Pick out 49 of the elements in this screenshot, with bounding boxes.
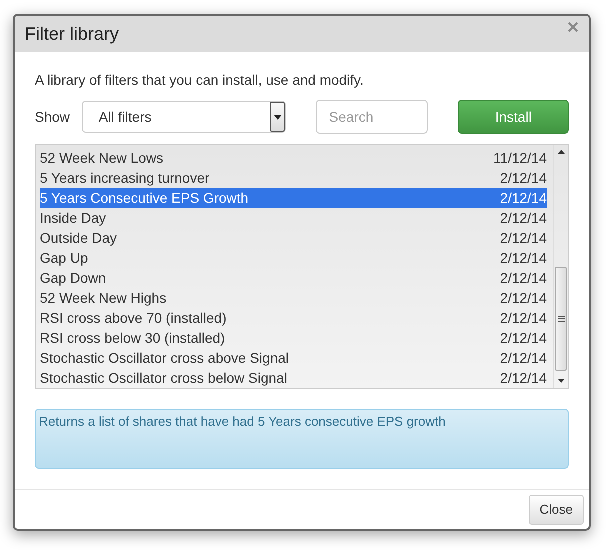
caret-icon <box>270 102 286 132</box>
filter-date: 2/12/14 <box>500 190 547 206</box>
filter-row[interactable]: 5 Years Consecutive EPS Growth 2/12/14 <box>40 188 547 208</box>
show-dropdown[interactable]: All filters <box>82 101 286 133</box>
filter-row[interactable]: 52 Week New Highs 2/12/14 <box>40 288 547 308</box>
scroll-thumb[interactable] <box>555 267 567 371</box>
filter-row[interactable]: RSI cross below 30 (installed) 2/12/14 <box>40 328 547 348</box>
info-text: Returns a list of shares that have had 5 Years consecutive EPS growth <box>39 414 446 429</box>
description-text: A library of filters that you can install, use and modify. <box>35 72 365 88</box>
filter-row[interactable]: 5 Years increasing turnover 2/12/14 <box>40 168 547 188</box>
filter-name: Stochastic Oscillator cross above Signal <box>40 350 289 366</box>
scroll-down-icon[interactable] <box>558 379 564 383</box>
search-field[interactable]: Search <box>316 100 428 134</box>
filter-row[interactable]: RSI cross above 70 (installed) 2/12/14 <box>40 308 547 328</box>
filter-date: 2/12/14 <box>500 350 547 366</box>
filter-name: Outside Day <box>40 230 118 246</box>
filter-date: 2/12/14 <box>500 230 547 246</box>
filter-name: RSI cross below 30 (installed) <box>40 330 226 346</box>
scrollbar[interactable] <box>553 145 568 388</box>
filter-date: 2/12/14 <box>500 170 547 186</box>
show-label: Show <box>35 109 72 125</box>
filter-date: 2/12/14 <box>500 370 547 386</box>
filter-row[interactable]: Inside Day 2/12/14 <box>40 208 547 228</box>
filter-date: 2/12/14 <box>500 330 547 346</box>
filter-name: 5 Years increasing turnover <box>40 170 210 186</box>
filter-name: Gap Down <box>40 270 106 286</box>
filter-name: RSI cross above 70 (installed) <box>40 310 227 326</box>
filter-name: Stochastic Oscillator cross below Signal <box>40 370 288 386</box>
filter-row[interactable]: Outside Day 2/12/14 <box>40 228 547 248</box>
filter-date: 11/12/14 <box>494 150 547 166</box>
filter-name: 52 Week New Lows <box>40 150 164 166</box>
filter-date: 2/12/14 <box>500 250 547 266</box>
filter-date: 2/12/14 <box>500 270 547 286</box>
filter-date: 2/12/14 <box>500 310 547 326</box>
filter-row[interactable]: Gap Up 2/12/14 <box>40 248 547 268</box>
filter-name: 5 Years Consecutive EPS Growth <box>40 190 249 206</box>
grip-icon <box>558 316 564 322</box>
filter-name: 52 Week New Highs <box>40 290 167 306</box>
dialog-title: Filter library <box>25 24 120 44</box>
filter-name: Gap Up <box>40 250 88 266</box>
filter-row[interactable]: 52 Week New Lows 11/12/14 <box>40 148 547 168</box>
filter-row[interactable]: Stochastic Oscillator cross below Signal 2/12/14 <box>40 368 547 388</box>
filter-date: 2/12/14 <box>500 210 547 226</box>
filter-name: Inside Day <box>40 210 106 226</box>
close-button[interactable]: Close <box>528 494 584 524</box>
filter-row[interactable]: Stochastic Oscillator cross above Signal 2/12/14 <box>40 348 547 368</box>
scroll-up-icon[interactable] <box>558 150 564 154</box>
filter-date: 2/12/14 <box>500 290 547 306</box>
filter-row[interactable]: Gap Down 2/12/14 <box>40 268 547 288</box>
